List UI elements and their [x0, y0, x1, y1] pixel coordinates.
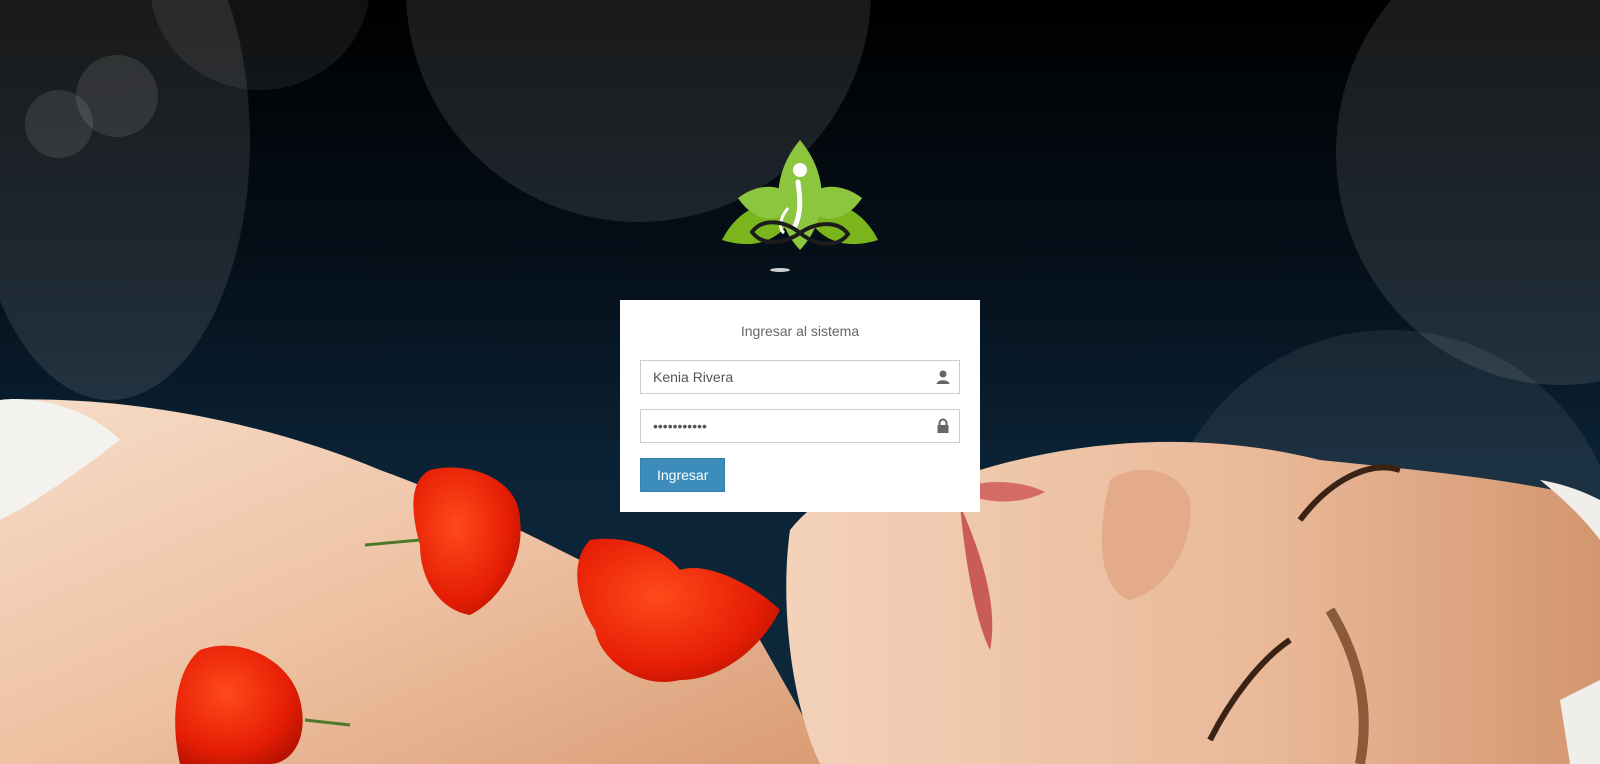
- lotus-yoga-logo: [722, 140, 878, 272]
- login-card: Ingresar al sistema Ingresar: [620, 300, 980, 512]
- username-field-group: [640, 360, 960, 394]
- username-input[interactable]: [640, 360, 960, 394]
- login-page: Ingresar al sistema Ingresar: [0, 0, 1600, 764]
- login-title: Ingresar al sistema: [740, 323, 860, 339]
- password-field-group: [640, 409, 960, 443]
- lock-icon: [937, 418, 949, 433]
- password-input[interactable]: [640, 409, 960, 443]
- login-button[interactable]: Ingresar: [640, 458, 726, 492]
- user-icon: [936, 370, 950, 384]
